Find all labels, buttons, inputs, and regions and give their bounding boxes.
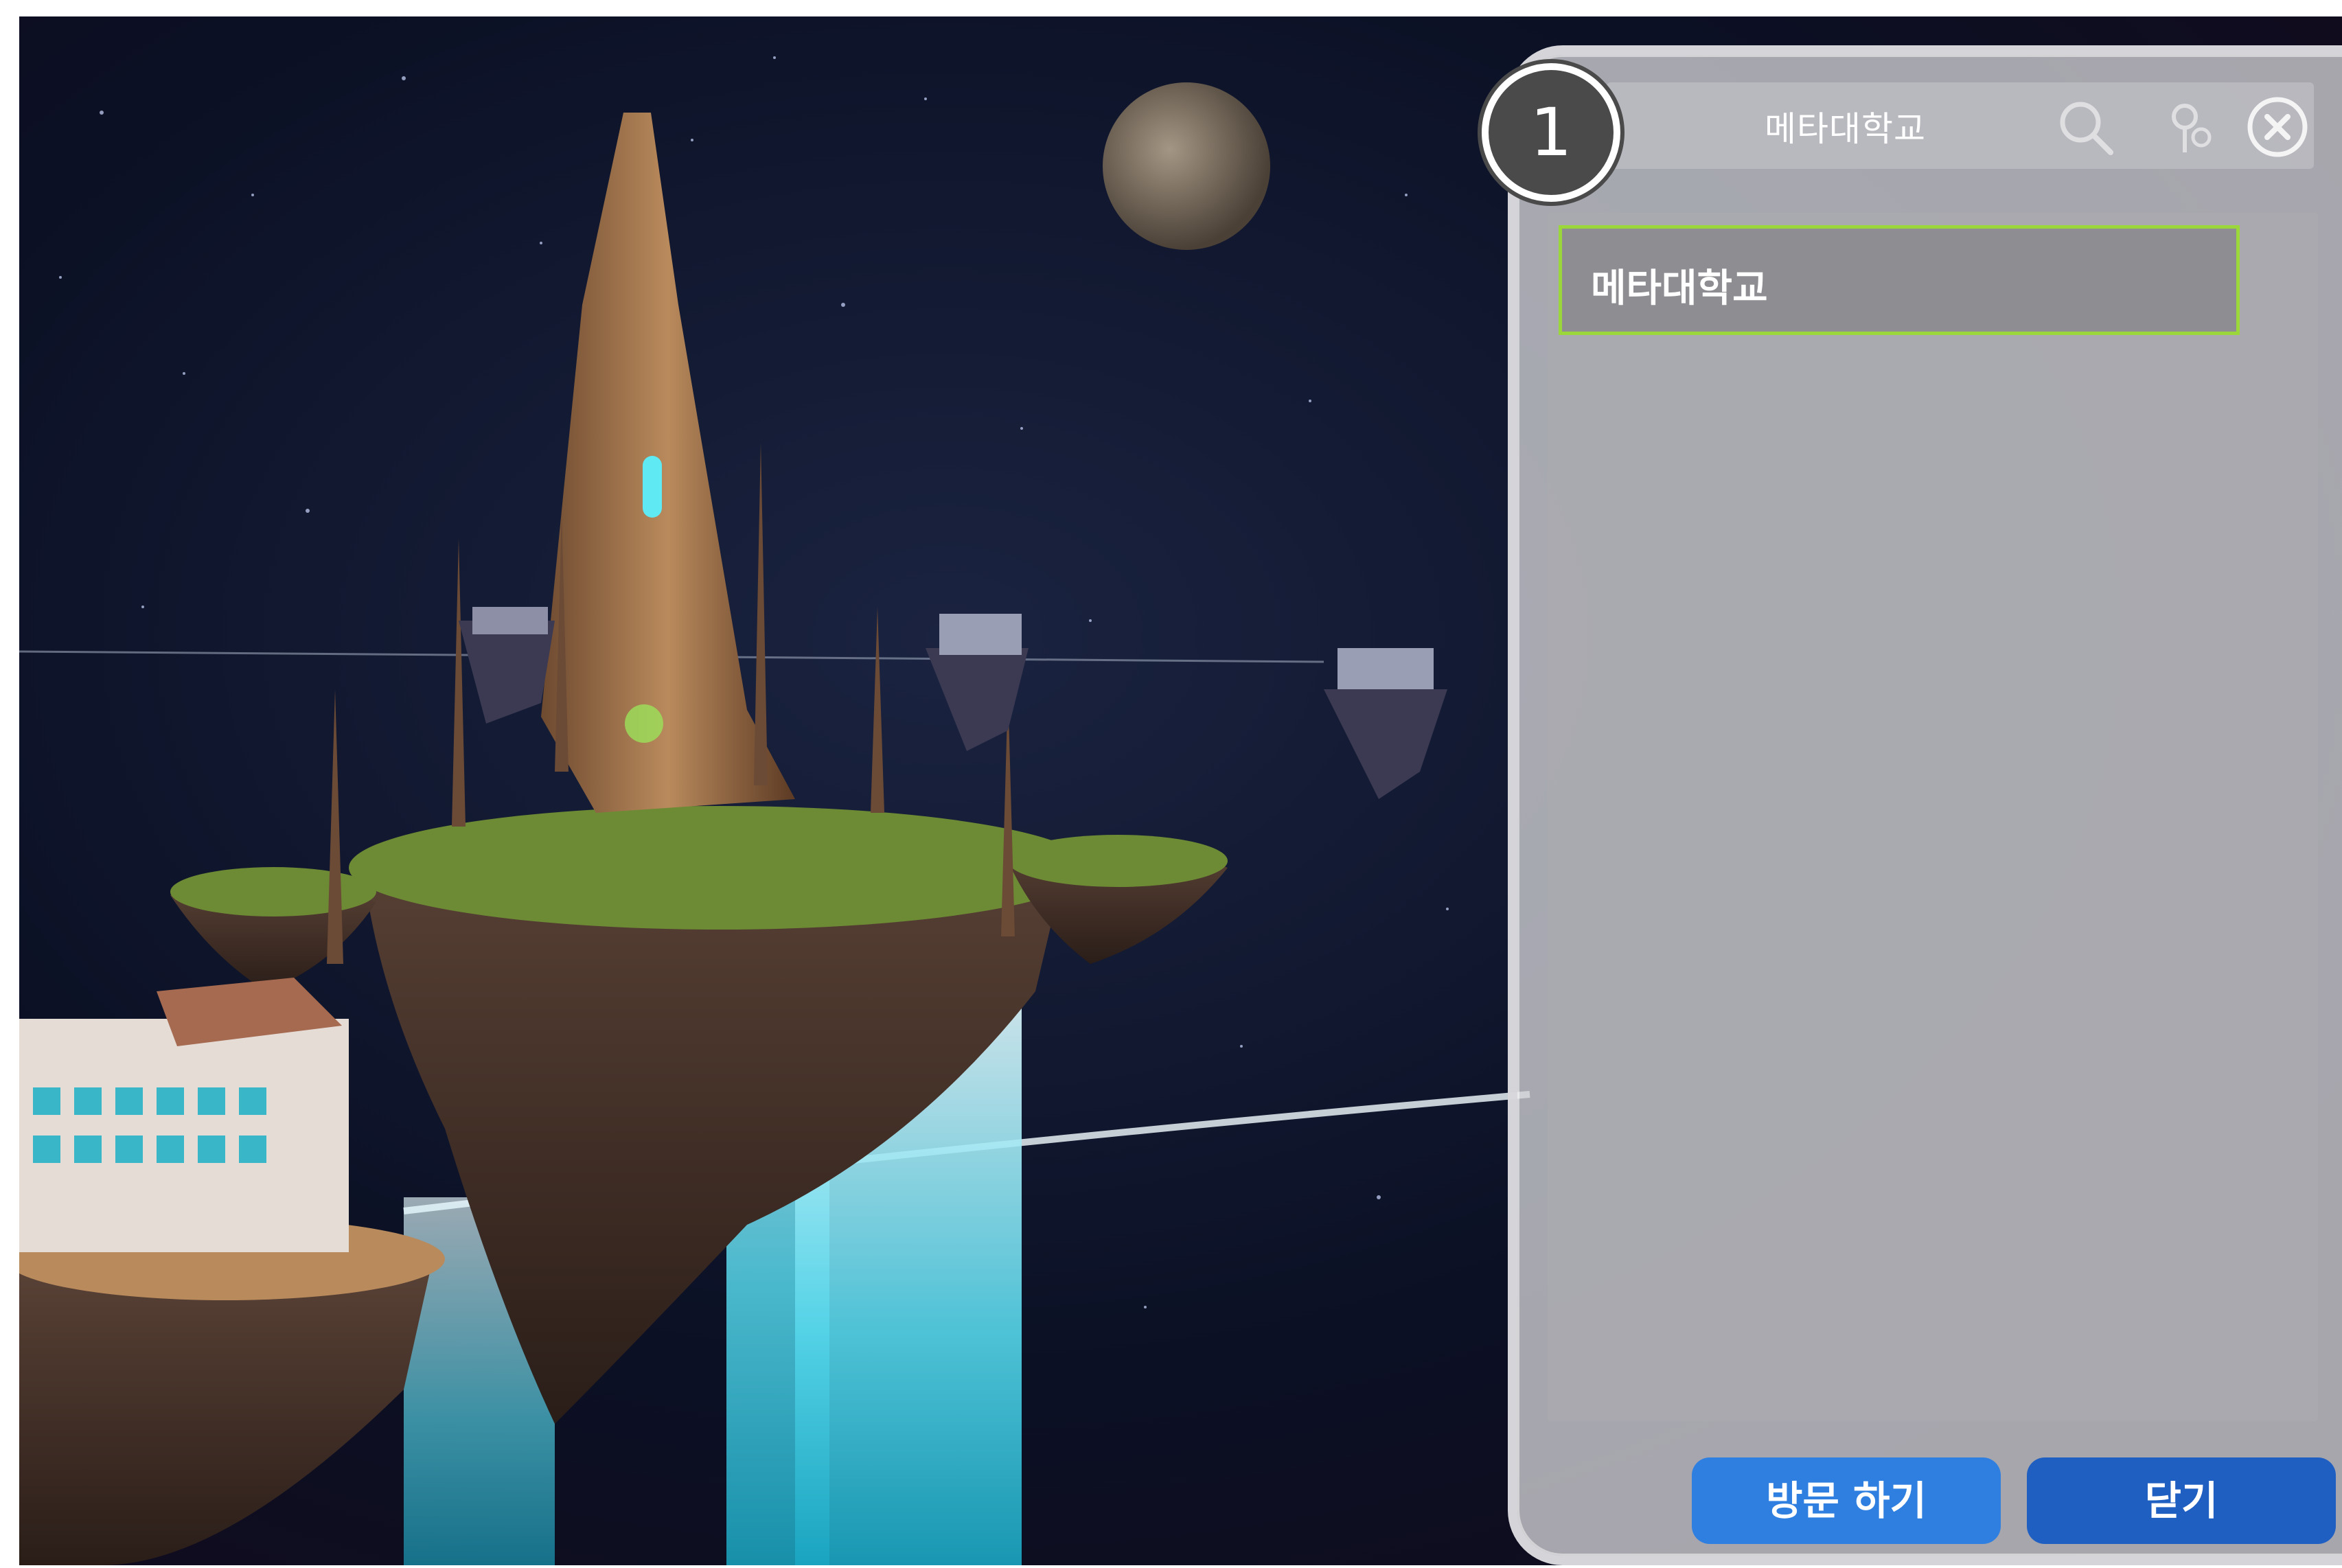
list-item-label: 메타대학교 <box>1591 266 1768 311</box>
visit-button[interactable]: 방문 하기 <box>1692 1457 2001 1544</box>
destination-list: 메타대학교 <box>1548 213 2318 1421</box>
location-icon[interactable] <box>2156 95 2220 159</box>
list-item-selected[interactable]: 메타대학교 <box>1559 225 2240 335</box>
panel-header: 메타대학교 <box>1607 82 2314 169</box>
panel-title: 메타대학교 <box>1765 109 1926 149</box>
destination-panel: 메타대학교 메타대학교 방문 하기 닫기 <box>1508 45 2342 1565</box>
search-icon[interactable] <box>2053 95 2117 159</box>
app-frame: 메타대학교 메타대학교 방문 하기 닫기 1 <box>19 16 2342 1565</box>
step-number-badge: 1 <box>1482 63 1620 202</box>
close-icon[interactable] <box>2245 95 2310 159</box>
close-button[interactable]: 닫기 <box>2027 1457 2336 1544</box>
